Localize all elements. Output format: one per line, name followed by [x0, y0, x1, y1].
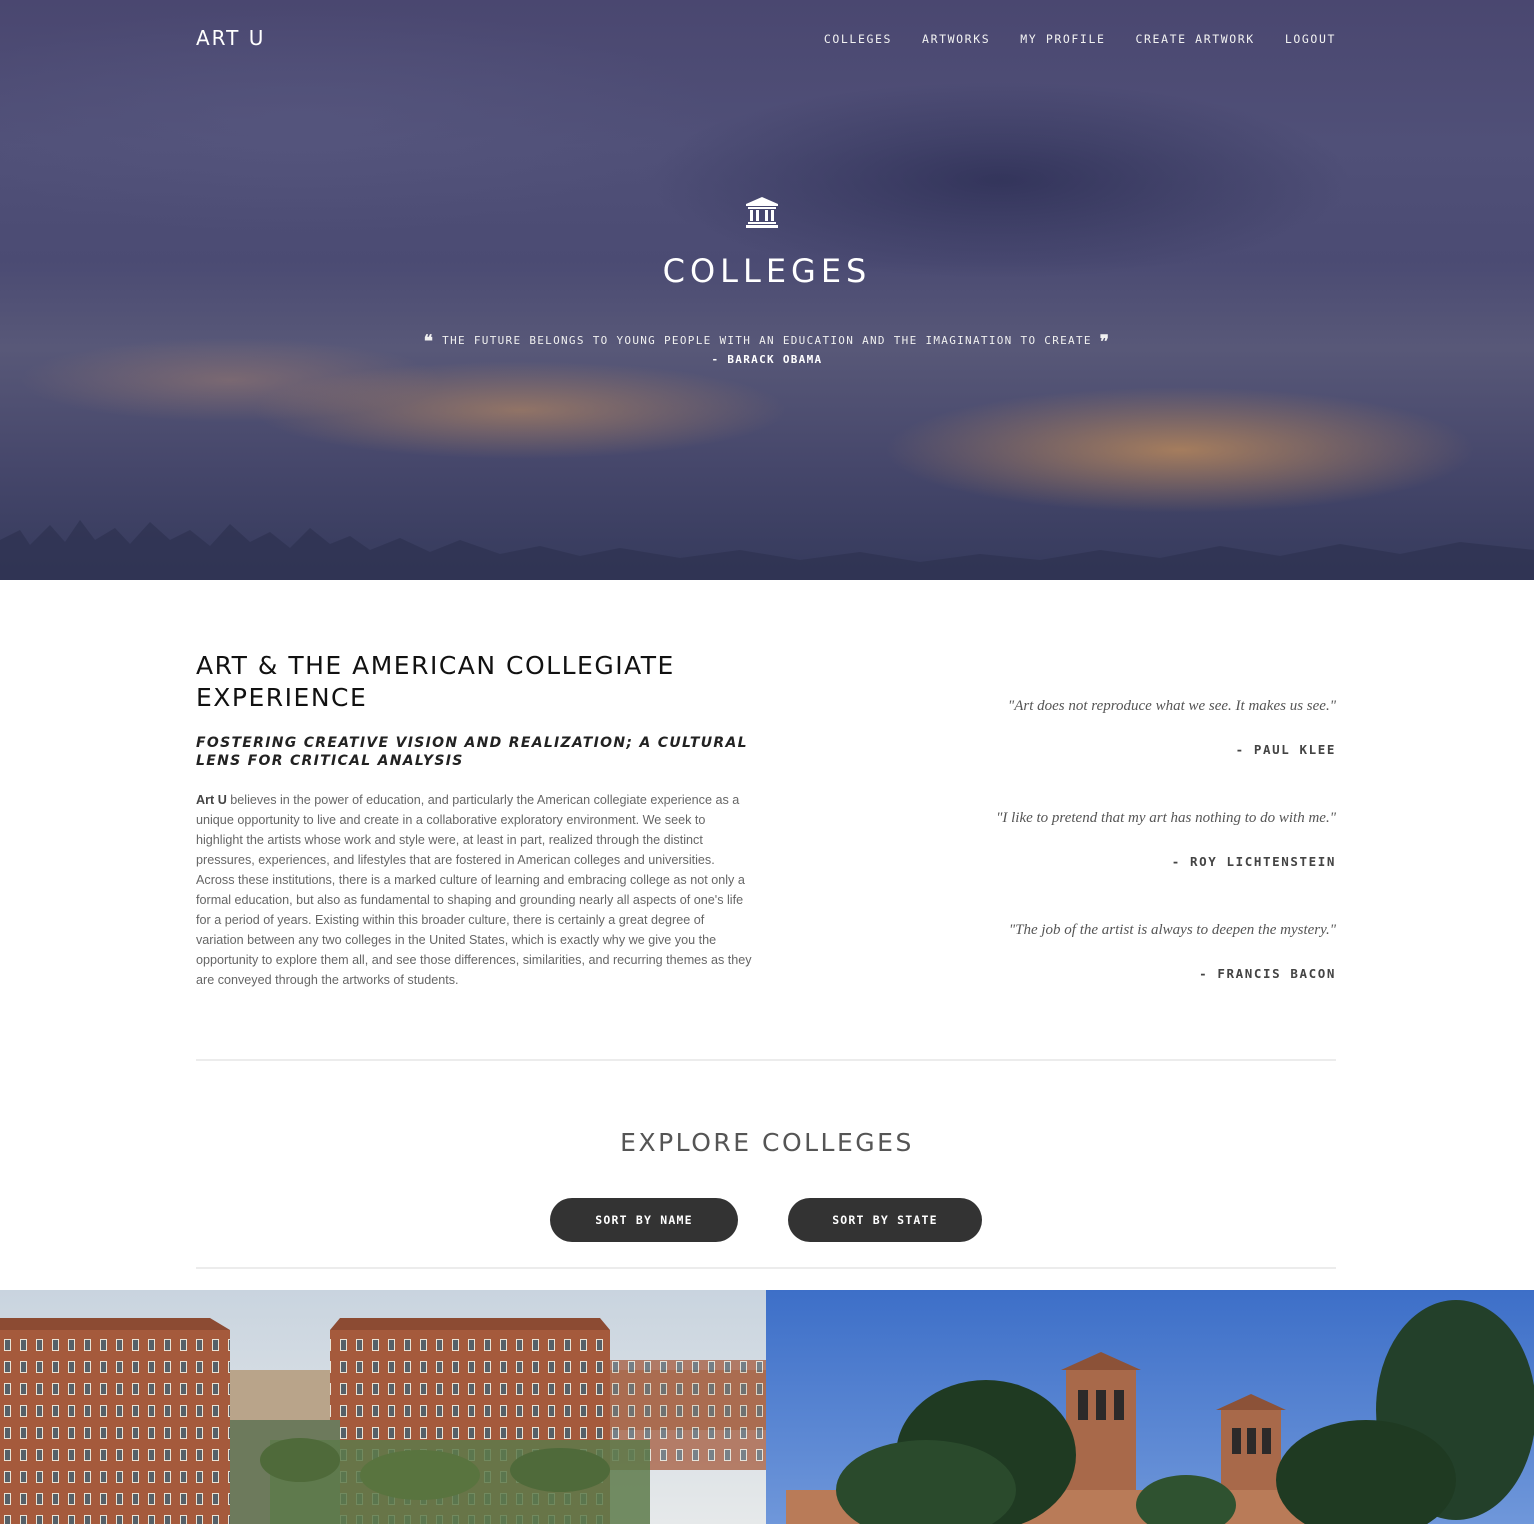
- quote-author: - ROY LICHTENSTEIN: [1171, 854, 1336, 869]
- hero-quote: ❝ THE FUTURE BELONGS TO YOUNG PEOPLE WIT…: [0, 332, 1534, 352]
- quote-item: "Art does not reproduce what we see. It …: [900, 698, 1336, 810]
- college-image: [766, 1290, 1534, 1524]
- quote-text: "The job of the artist is always to deep…: [1008, 922, 1336, 938]
- quote-author: - PAUL KLEE: [1235, 742, 1336, 757]
- hero-banner: ART U COLLEGES ARTWORKS MY PROFILE CREAT…: [0, 0, 1534, 580]
- quote-text: "Art does not reproduce what we see. It …: [1007, 698, 1336, 714]
- college-card[interactable]: [766, 1290, 1534, 1524]
- nav-links: COLLEGES ARTWORKS MY PROFILE CREATE ARTW…: [824, 32, 1336, 46]
- section-divider: [196, 1059, 1336, 1061]
- hero-treeline: [0, 520, 1534, 580]
- about-paragraph: Art U believes in the power of education…: [196, 790, 752, 990]
- sort-by-name-button[interactable]: SORT BY NAME: [550, 1198, 738, 1242]
- nav-link-colleges[interactable]: COLLEGES: [824, 32, 892, 46]
- about-subheading: FOSTERING CREATIVE VISION AND REALIZATIO…: [196, 735, 748, 769]
- section-divider: [196, 1267, 1336, 1269]
- college-card[interactable]: [0, 1290, 766, 1524]
- quote-right-icon: ❞: [1099, 332, 1111, 352]
- page-title: COLLEGES: [662, 252, 872, 290]
- hero-quote-text: THE FUTURE BELONGS TO YOUNG PEOPLE WITH …: [442, 334, 1092, 347]
- nav-link-logout[interactable]: LOGOUT: [1285, 32, 1336, 46]
- quote-author: - FRANCIS BACON: [1199, 966, 1336, 981]
- quote-item: "The job of the artist is always to deep…: [900, 922, 1336, 1034]
- nav-link-my-profile[interactable]: MY PROFILE: [1020, 32, 1105, 46]
- sort-by-state-button[interactable]: SORT BY STATE: [788, 1198, 982, 1242]
- about-heading: ART & THE AMERICAN COLLEGIATE EXPERIENCE: [196, 651, 675, 712]
- quote-text: "I like to pretend that my art has nothi…: [996, 810, 1336, 826]
- artist-quotes: "Art does not reproduce what we see. It …: [900, 698, 1336, 1034]
- top-navbar: ART U COLLEGES ARTWORKS MY PROFILE CREAT…: [196, 26, 1336, 56]
- nav-link-create-artwork[interactable]: CREATE ARTWORK: [1136, 32, 1255, 46]
- explore-heading: EXPLORE COLLEGES: [620, 1128, 914, 1157]
- institution-icon: [746, 197, 778, 228]
- quote-left-icon: ❝: [423, 332, 435, 352]
- college-image: [0, 1290, 766, 1524]
- brand-logo[interactable]: ART U: [196, 26, 265, 50]
- quote-item: "I like to pretend that my art has nothi…: [900, 810, 1336, 922]
- hero-quote-author: - BARACK OBAMA: [711, 353, 823, 366]
- nav-link-artworks[interactable]: ARTWORKS: [922, 32, 990, 46]
- about-brand-name: Art U: [196, 793, 227, 807]
- about-body-text: believes in the power of education, and …: [196, 793, 752, 987]
